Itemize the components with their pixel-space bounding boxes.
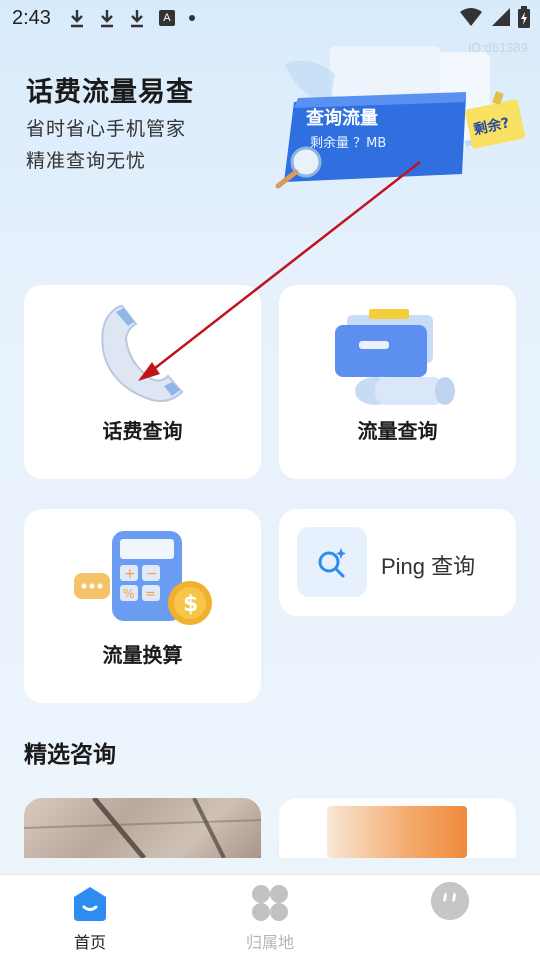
status-time: 2:43 [12, 6, 51, 29]
signal-icon [492, 8, 510, 26]
grid-icon [252, 885, 288, 921]
ping-icon-box [297, 527, 367, 597]
wifi-icon [460, 8, 482, 26]
hero-card-sub: 剩余量 ？MB [310, 135, 386, 151]
article-thumbnail [327, 806, 467, 858]
data-convert-label: 流量换算 [102, 643, 183, 667]
svg-text:+: + [124, 566, 136, 582]
download-icon [100, 10, 113, 28]
hero-illustration: 查询流量 剩余量 ？MB 剩余? [275, 46, 526, 189]
calculator-icon: + − % = $ [74, 531, 212, 625]
dot-icon [188, 15, 195, 21]
ping-query-card[interactable]: Ping 查询 [279, 509, 516, 616]
battery-icon [518, 6, 530, 28]
svg-text:=: = [145, 587, 156, 602]
data-query-label: 流量查询 [357, 419, 438, 443]
status-notifications: A [69, 8, 195, 28]
hero-title: 话费流量易查 [26, 77, 194, 108]
phone-icon [101, 304, 184, 402]
svg-text:$: $ [183, 592, 198, 617]
nav-item-location[interactable]: 归属地 [180, 875, 360, 960]
hero-card-title: 查询流量 [306, 107, 378, 129]
bill-query-card[interactable]: 话费查询 [24, 285, 261, 479]
section-title: 精选咨询 [24, 742, 116, 768]
download-icon [130, 10, 143, 28]
article-card[interactable] [24, 798, 261, 858]
nav-label-location: 归属地 [245, 933, 294, 952]
home-icon [74, 887, 106, 921]
hero-subtitle-2: 精准查询无忧 [26, 150, 147, 172]
search-sparkle-icon [318, 548, 346, 578]
data-card-icon [335, 309, 455, 405]
ping-query-label: Ping 查询 [381, 554, 476, 579]
download-icon [70, 10, 83, 28]
a-icon: A [158, 10, 175, 26]
data-convert-card[interactable]: + − % = $ 流量换算 [24, 509, 261, 703]
article-card[interactable] [279, 798, 516, 858]
nav-item-profile[interactable] [360, 875, 540, 960]
nav-item-home[interactable]: 首页 [0, 875, 180, 960]
data-query-card[interactable]: 流量查询 [279, 285, 516, 479]
bottom-nav: 首页 归属地 [0, 874, 540, 960]
avatar-icon [430, 881, 470, 921]
bill-query-label: 话费查询 [102, 419, 183, 443]
svg-text:−: − [146, 566, 158, 582]
nav-label-home: 首页 [73, 933, 106, 952]
hero-subtitle: 省时省心手机管家 [26, 118, 187, 140]
article-thumbnail [24, 798, 261, 858]
status-bar: 2:43 A [0, 0, 540, 36]
svg-text:%: % [123, 587, 134, 601]
status-system-icons [460, 6, 530, 28]
